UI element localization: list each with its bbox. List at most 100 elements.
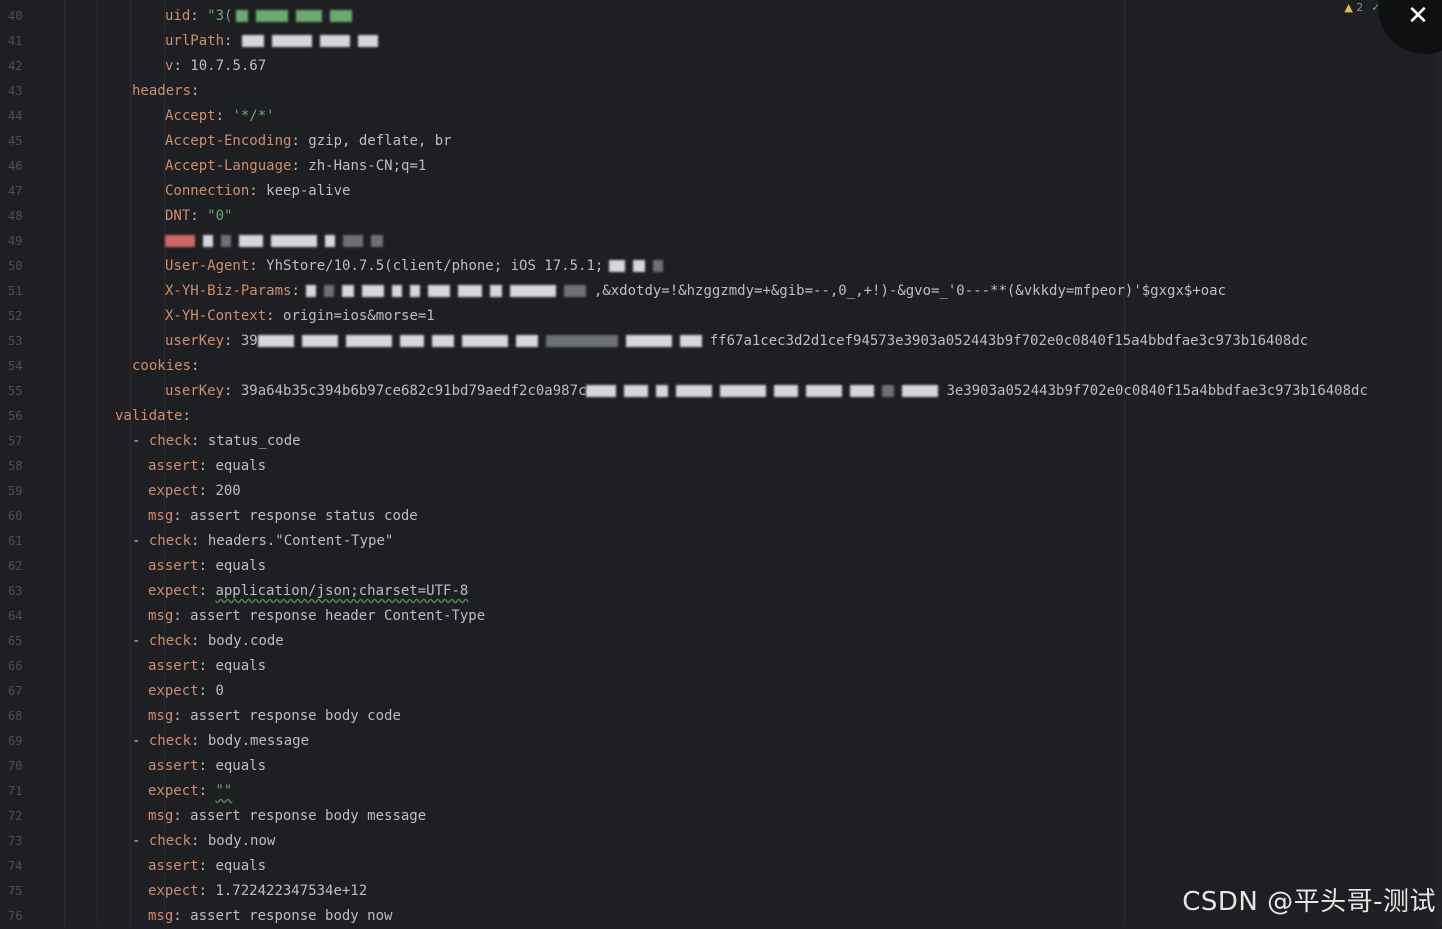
code-line[interactable]: msg: assert response body now — [148, 904, 392, 926]
line-number: 69 — [8, 734, 23, 748]
code-line[interactable]: assert: equals — [148, 654, 266, 679]
line-number: 40 — [8, 9, 23, 23]
yaml-value: 1.722422347534e+12 — [215, 883, 368, 899]
code-editor[interactable]: uid: "3( urlPath: v: 10.7.5.67 headers: … — [64, 0, 1442, 926]
code-line[interactable]: - check: body.code — [132, 629, 284, 654]
code-line[interactable]: User-Agent: YhStore/10.7.5(client/phone;… — [165, 254, 671, 279]
yaml-key: User-Agent — [165, 258, 250, 274]
line-number: 61 — [8, 534, 23, 548]
code-line[interactable]: Connection: keep-alive — [165, 179, 350, 204]
redacted-text — [431, 335, 454, 347]
yaml-value: "" — [215, 783, 233, 799]
code-line[interactable]: headers: — [132, 79, 199, 104]
redacted-text — [625, 335, 672, 347]
yaml-key: msg — [148, 608, 174, 624]
redacted-text — [586, 385, 617, 397]
code-line[interactable]: msg: assert response status code — [148, 504, 418, 529]
yaml-value: equals — [215, 658, 267, 674]
redacted-text — [399, 335, 424, 347]
code-line[interactable]: X-YH-Biz-Params: ,&xdotdy=!&hzggzmdy=+&gi… — [165, 279, 1226, 304]
close-icon[interactable]: ✕ — [1404, 2, 1432, 30]
yaml-key: check — [148, 833, 192, 849]
redacted-text — [609, 260, 626, 272]
line-number: 60 — [8, 509, 23, 523]
redacted-text — [361, 285, 384, 297]
yaml-value: origin=ios&morse=1 — [283, 308, 435, 324]
code-line[interactable]: msg: assert response body code — [148, 704, 401, 729]
yaml-key: expect — [148, 783, 199, 799]
code-line[interactable]: Accept: '*/*' — [165, 104, 275, 129]
code-line[interactable]: userKey: 39 ff67a1cec3d2d1cef94573e3903a0… — [165, 329, 1308, 354]
redacted-text — [882, 385, 895, 397]
line-number: 63 — [8, 584, 23, 598]
redacted-text — [165, 235, 195, 247]
yaml-key: userKey — [165, 333, 225, 349]
code-line[interactable]: - check: body.now — [132, 829, 275, 854]
line-number-gutter: 40 41 42 43 44 45 46 47 48 49 50 51 52 5… — [0, 0, 65, 926]
yaml-value: body.code — [207, 633, 284, 649]
yaml-value: "3( — [207, 8, 233, 24]
yaml-value: equals — [215, 458, 267, 474]
code-line[interactable]: - check: body.message — [132, 729, 309, 754]
redacted-text — [325, 235, 335, 247]
redacted-text — [221, 235, 231, 247]
yaml-key: expect — [148, 583, 199, 599]
vertical-scrollbar[interactable] — [1436, 0, 1442, 926]
code-line[interactable]: expect: "" — [148, 779, 232, 804]
redacted-text — [850, 385, 875, 397]
line-number: 50 — [8, 259, 23, 273]
redacted-text — [676, 385, 713, 397]
code-line[interactable]: cookies: — [132, 354, 199, 379]
code-line[interactable]: assert: equals — [148, 754, 266, 779]
yaml-key: assert — [148, 558, 199, 574]
yaml-value: equals — [215, 758, 267, 774]
yaml-key: X-YH-Biz-Params — [165, 283, 292, 299]
code-line[interactable]: assert: equals — [148, 554, 266, 579]
code-line[interactable]: expect: 0 — [148, 679, 224, 704]
yaml-key: msg — [148, 808, 174, 824]
code-line[interactable] — [165, 229, 391, 254]
yaml-key: check — [148, 533, 192, 549]
redacted-text — [239, 235, 263, 247]
yaml-key: expect — [148, 883, 199, 899]
code-line[interactable]: expect: 1.722422347534e+12 — [148, 879, 367, 904]
code-line[interactable]: assert: equals — [148, 454, 266, 479]
code-line[interactable]: assert: equals — [148, 854, 266, 879]
redacted-text — [323, 285, 334, 297]
yaml-key: msg — [148, 908, 174, 924]
redacted-text — [301, 335, 338, 347]
code-line[interactable]: msg: assert response body message — [148, 804, 426, 829]
code-line[interactable]: - check: headers."Content-Type" — [132, 529, 393, 554]
yaml-value: gzip, deflate, br — [308, 133, 452, 149]
line-number: 53 — [8, 334, 23, 348]
line-number: 43 — [8, 84, 23, 98]
code-line[interactable]: Accept-Encoding: gzip, deflate, br — [165, 129, 452, 154]
code-line[interactable]: validate: — [115, 404, 191, 429]
redacted-text — [203, 235, 213, 247]
yaml-key: X-YH-Context — [165, 308, 267, 324]
yaml-value: assert response body now — [190, 908, 393, 924]
code-line[interactable]: DNT: "0" — [165, 204, 232, 229]
indent-guide — [97, 0, 98, 926]
code-line[interactable]: - check: status_code — [132, 429, 301, 454]
yaml-value: 200 — [215, 483, 241, 499]
yaml-value: assert response body code — [190, 708, 401, 724]
code-line[interactable]: X-YH-Context: origin=ios&morse=1 — [165, 304, 435, 329]
code-line[interactable]: uid: "3( — [165, 4, 360, 29]
line-number: 52 — [8, 309, 23, 323]
code-line[interactable]: expect: application/json;charset=UTF-8 — [148, 579, 468, 604]
redacted-text — [461, 335, 508, 347]
yaml-key: Accept — [165, 108, 216, 124]
yaml-value: equals — [215, 558, 267, 574]
yaml-key: userKey — [165, 383, 225, 399]
redacted-text — [653, 260, 664, 272]
code-line[interactable]: userKey: 39a64b35c394b6b97ce682c91bd79ae… — [165, 379, 1368, 404]
code-line[interactable]: Accept-Language: zh-Hans-CN;q=1 — [165, 154, 426, 179]
code-line[interactable]: msg: assert response header Content-Type — [148, 604, 485, 629]
code-line[interactable]: v: 10.7.5.67 — [165, 54, 266, 79]
code-line[interactable]: expect: 200 — [148, 479, 241, 504]
redacted-text — [236, 10, 249, 22]
redacted-text — [489, 285, 502, 297]
yaml-key: urlPath — [165, 33, 225, 49]
code-line[interactable]: urlPath: — [165, 29, 386, 54]
